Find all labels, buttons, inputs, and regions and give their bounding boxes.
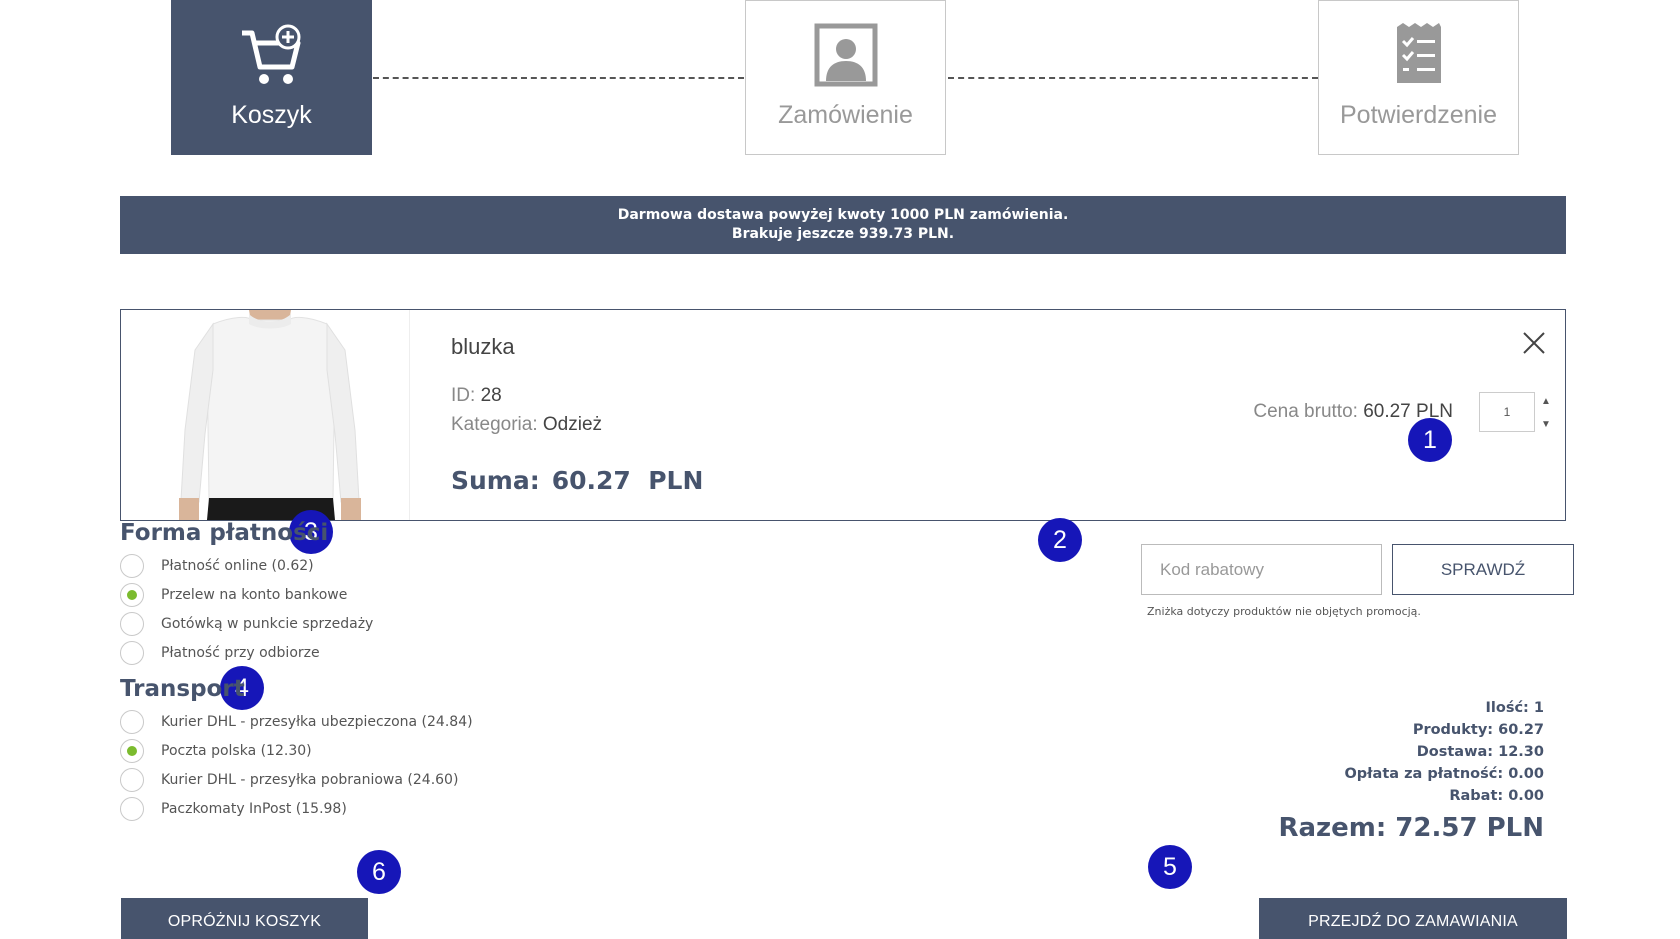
- close-icon: [1523, 332, 1545, 354]
- step-label: Koszyk: [231, 101, 312, 129]
- gross-price-label: Cena brutto:: [1253, 401, 1358, 422]
- step-label: Zamówienie: [778, 101, 913, 129]
- payment-option-label: Płatność online (0.62): [161, 558, 314, 574]
- product-id: ID: 28: [451, 385, 502, 407]
- payment-radio[interactable]: [120, 554, 144, 578]
- cart-plus-icon: [236, 21, 308, 89]
- transport-option-label: Paczkomaty InPost (15.98): [161, 801, 347, 817]
- transport-option-label: Kurier DHL - przesyłka ubezpieczona (24.…: [161, 714, 473, 730]
- banner-line-2: Brakuje jeszcze 939.73 PLN.: [731, 226, 955, 242]
- order-summary: Ilość: 1 Produkty: 60.27 Dostawa: 12.30 …: [1278, 697, 1544, 843]
- summary-payment-fee: Opłata za płatność: 0.00: [1344, 766, 1544, 782]
- step-order[interactable]: Zamówienie: [745, 0, 946, 155]
- marker-2: 2: [1038, 518, 1082, 562]
- transport-option-label: Kurier DHL - przesyłka pobraniowa (24.60…: [161, 772, 459, 788]
- step-cart[interactable]: Koszyk: [171, 0, 372, 155]
- transport-radio[interactable]: [120, 797, 144, 821]
- product-sum-label: Suma:: [451, 466, 540, 495]
- payment-radio[interactable]: [120, 583, 144, 607]
- product-category: Kategoria: Odzież: [451, 414, 602, 436]
- transport-section-title: Transport: [120, 676, 245, 702]
- checklist-icon: [1383, 21, 1455, 89]
- check-discount-button[interactable]: SPRAWDŹ: [1392, 544, 1574, 595]
- stepper-up-icon[interactable]: ▲: [1541, 396, 1551, 407]
- summary-delivery: Dostawa: 12.30: [1416, 744, 1544, 760]
- summary-quantity: Ilość: 1: [1485, 700, 1545, 716]
- marker-6: 6: [357, 850, 401, 894]
- payment-option-label: Płatność przy odbiorze: [161, 645, 320, 661]
- product-id-value: 28: [480, 385, 502, 406]
- marker-1: 1: [1408, 418, 1452, 462]
- transport-option[interactable]: Poczta polska (12.30): [120, 739, 312, 763]
- product-category-value: Odzież: [542, 414, 603, 435]
- transport-radio[interactable]: [120, 768, 144, 792]
- product-sum: Suma: 60.27 PLN: [451, 466, 703, 495]
- banner-line-1: Darmowa dostawa powyżej kwoty 1000 PLN z…: [617, 207, 1069, 223]
- stepper-down-icon[interactable]: ▼: [1541, 419, 1551, 430]
- proceed-to-checkout-button[interactable]: PRZEJDŹ DO ZAMAWIANIA: [1259, 898, 1567, 939]
- transport-option[interactable]: Kurier DHL - przesyłka ubezpieczona (24.…: [120, 710, 473, 734]
- quantity-input[interactable]: [1479, 392, 1535, 432]
- product-name[interactable]: bluzka: [451, 334, 515, 360]
- discount-note: Zniżka dotyczy produktów nie objętych pr…: [1147, 605, 1421, 618]
- product-category-label: Kategoria:: [451, 414, 538, 435]
- gross-price-value: 60.27 PLN: [1363, 401, 1453, 422]
- quantity-stepper[interactable]: ▲ ▼: [1539, 396, 1553, 430]
- summary-discount: Rabat: 0.00: [1449, 788, 1544, 804]
- transport-option-label: Poczta polska (12.30): [161, 743, 312, 759]
- transport-radio[interactable]: [120, 739, 144, 763]
- payment-section-title: Forma płatności: [120, 520, 329, 546]
- payment-radio[interactable]: [120, 641, 144, 665]
- transport-option[interactable]: Paczkomaty InPost (15.98): [120, 797, 347, 821]
- summary-total: Razem: 72.57 PLN: [1278, 813, 1544, 843]
- step-connector: [373, 77, 744, 79]
- cart-item: bluzka ID: 28 Kategoria: Odzież Suma: 60.…: [120, 309, 1566, 521]
- product-id-label: ID:: [451, 385, 476, 406]
- free-shipping-banner: Darmowa dostawa powyżej kwoty 1000 PLN z…: [120, 196, 1566, 254]
- product-sum-value: 60.27 PLN: [551, 466, 704, 495]
- transport-option[interactable]: Kurier DHL - przesyłka pobraniowa (24.60…: [120, 768, 458, 792]
- discount-code-input[interactable]: [1141, 544, 1382, 595]
- payment-option[interactable]: Przelew na konto bankowe: [120, 583, 347, 607]
- payment-option[interactable]: Płatność online (0.62): [120, 554, 314, 578]
- payment-option-label: Gotówką w punkcie sprzedaży: [161, 616, 374, 632]
- marker-5: 5: [1148, 845, 1192, 889]
- remove-item-button[interactable]: [1521, 330, 1547, 356]
- product-image[interactable]: [121, 310, 410, 520]
- payment-option[interactable]: Gotówką w punkcie sprzedaży: [120, 612, 373, 636]
- user-profile-icon: [810, 21, 882, 89]
- step-confirmation[interactable]: Potwierdzenie: [1318, 0, 1519, 155]
- step-connector: [948, 77, 1318, 79]
- payment-radio[interactable]: [120, 612, 144, 636]
- payment-option[interactable]: Płatność przy odbiorze: [120, 641, 320, 665]
- summary-products: Produkty: 60.27: [1412, 722, 1544, 738]
- empty-cart-button[interactable]: OPRÓŻNIJ KOSZYK: [121, 898, 368, 939]
- step-label: Potwierdzenie: [1339, 101, 1498, 129]
- transport-radio[interactable]: [120, 710, 144, 734]
- payment-option-label: Przelew na konto bankowe: [161, 587, 348, 603]
